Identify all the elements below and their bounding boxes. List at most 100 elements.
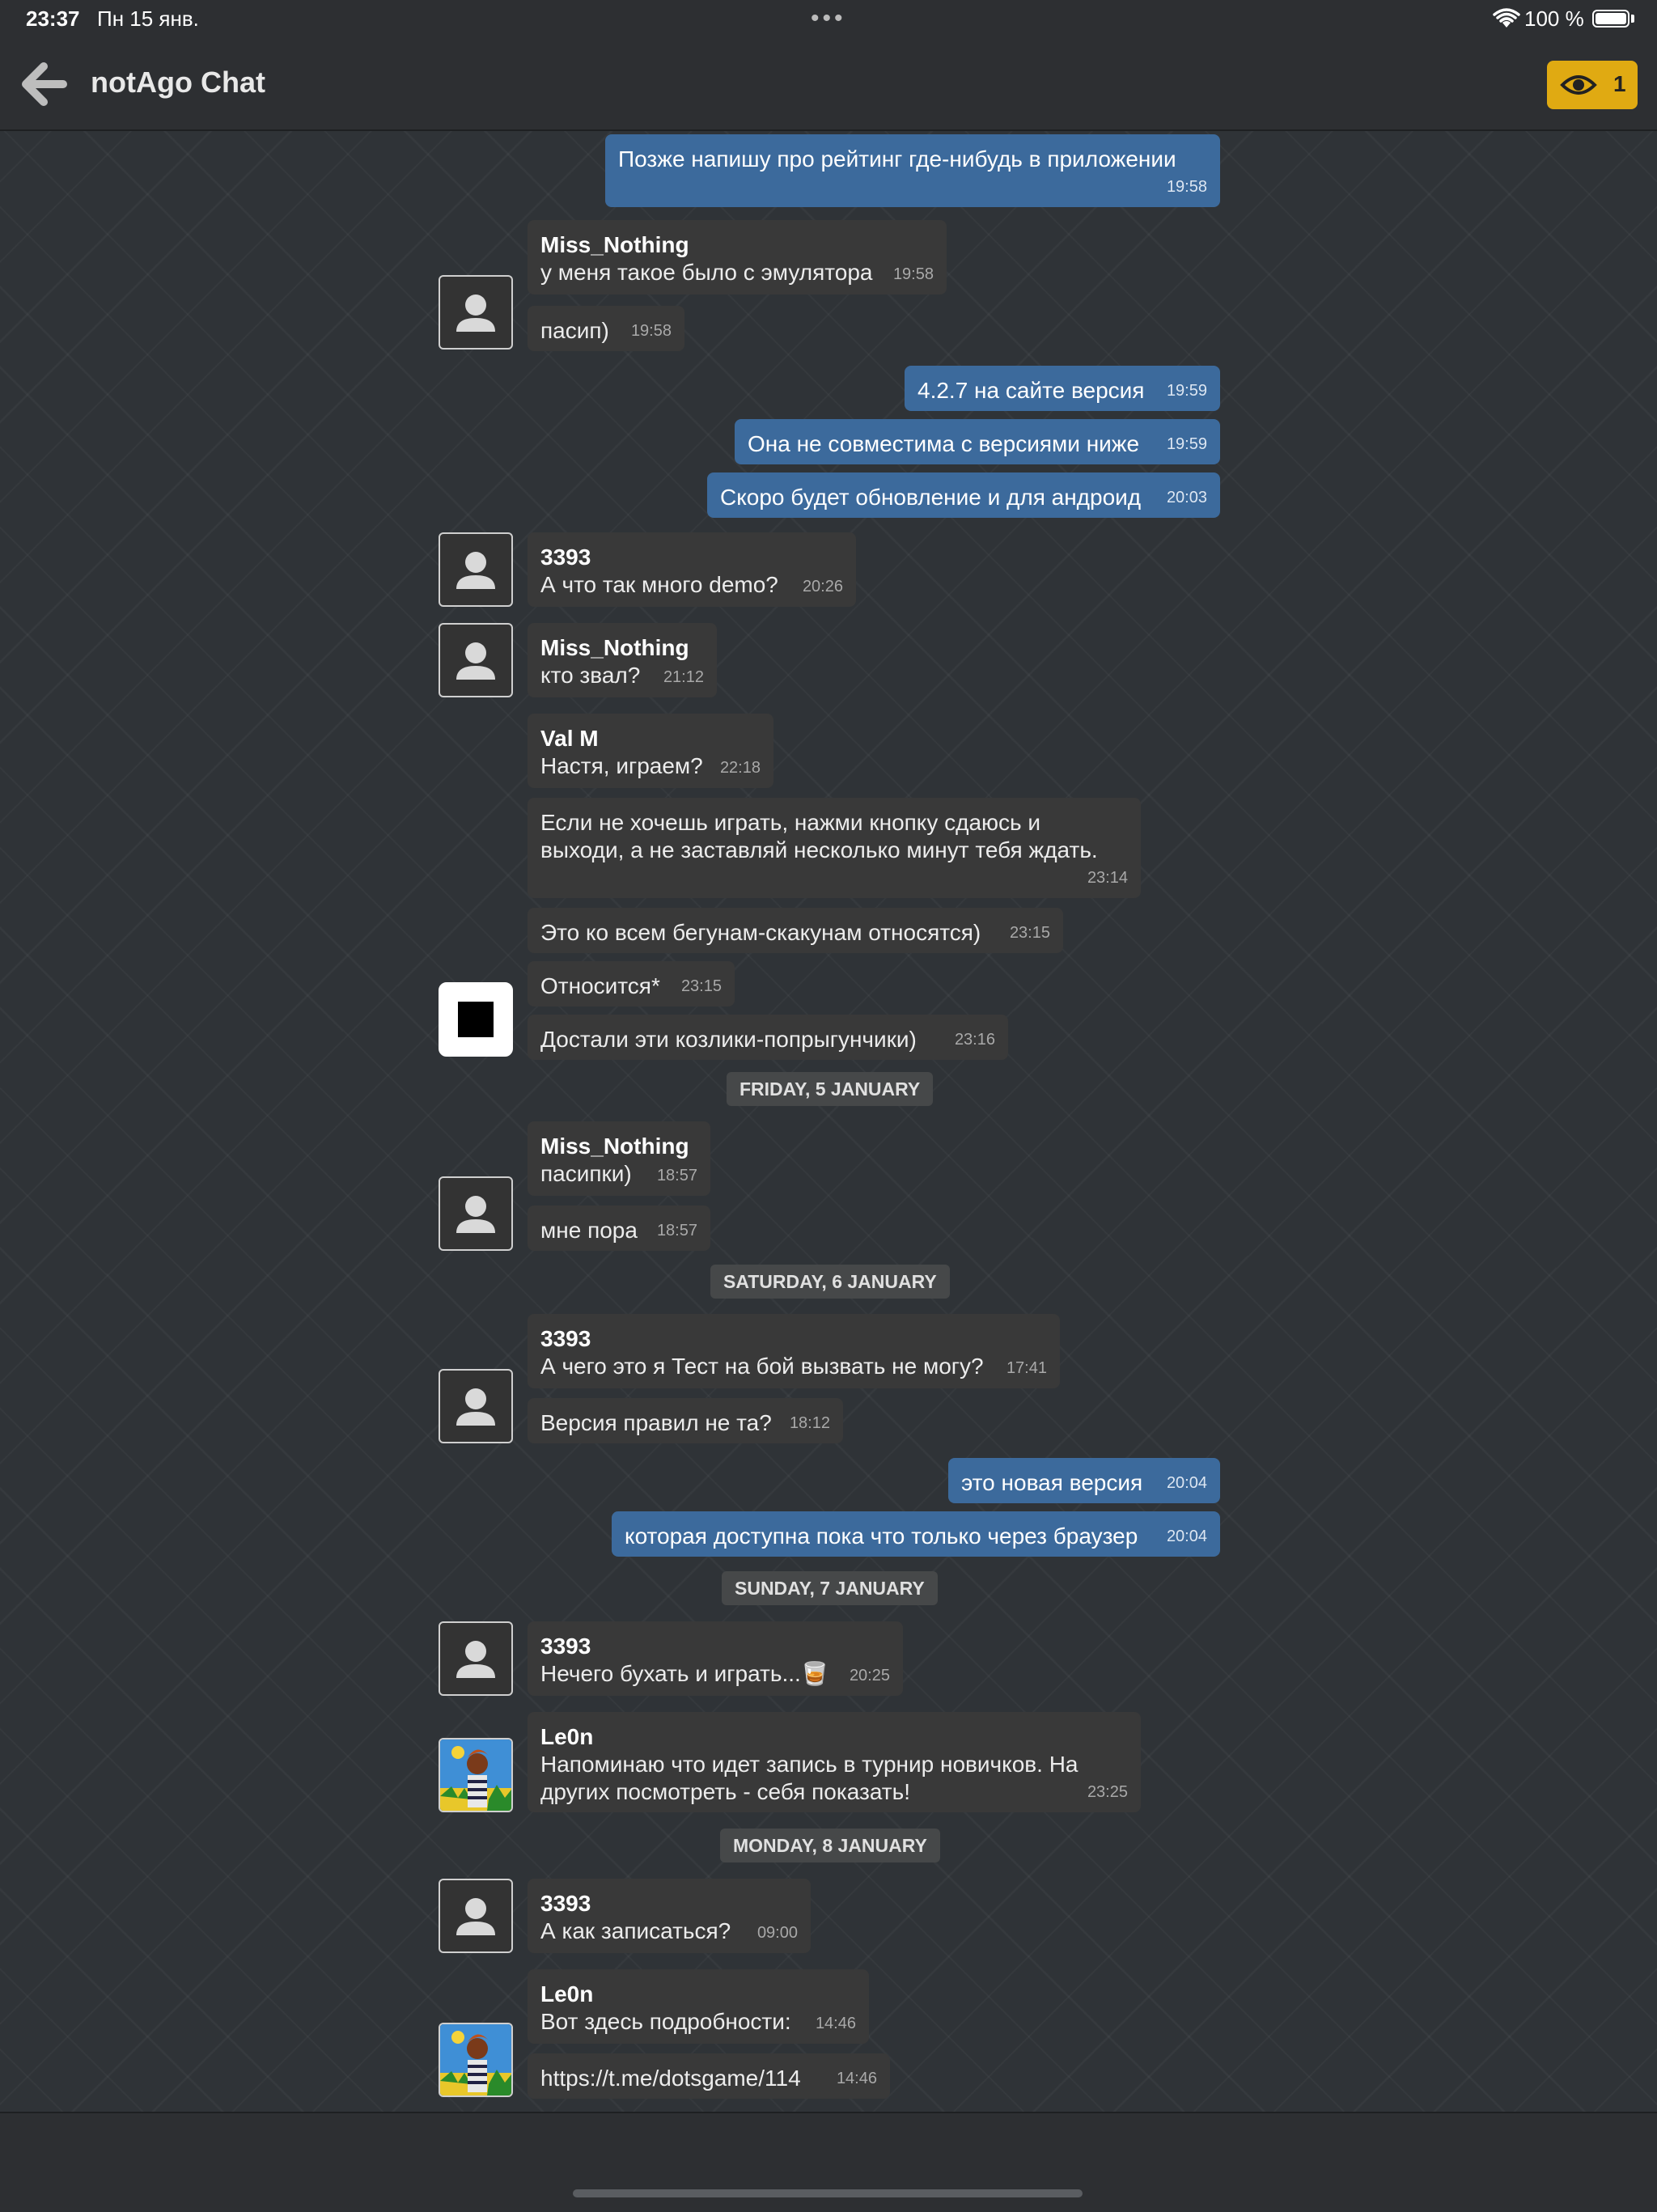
message-author: Miss_Nothing xyxy=(540,1134,689,1159)
message-outgoing[interactable]: Скоро будет обновление и для андроид 20:… xyxy=(707,472,1220,518)
message-incoming[interactable]: 3393 А что так много demo? 20:26 xyxy=(528,532,856,607)
message-incoming[interactable]: Miss_Nothing пасипки) 18:57 xyxy=(528,1121,710,1196)
avatar-black-square[interactable] xyxy=(439,982,513,1057)
wifi-icon xyxy=(1493,8,1520,28)
cartoon-character-icon xyxy=(440,1740,511,1811)
message-time: 21:12 xyxy=(663,668,704,686)
message-author: 3393 xyxy=(540,545,591,570)
message-outgoing[interactable]: которая доступна пока что только через б… xyxy=(612,1511,1220,1557)
status-date: Пн 15 янв. xyxy=(97,6,199,31)
message-incoming[interactable]: 3393 Нечего бухать и играть...🥃 20:25 xyxy=(528,1621,903,1696)
avatar-default[interactable] xyxy=(439,1176,513,1251)
message-incoming[interactable]: Le0n Вот здесь подробности: 14:46 xyxy=(528,1969,869,2044)
viewers-button[interactable]: 1 xyxy=(1547,61,1638,109)
avatar-default[interactable] xyxy=(439,1369,513,1443)
message-text: пасип) xyxy=(540,318,609,343)
message-time: 19:59 xyxy=(1166,435,1207,453)
avatar-default[interactable] xyxy=(439,1879,513,1953)
home-indicator[interactable] xyxy=(573,2189,1083,2197)
message-incoming[interactable]: Miss_Nothing у меня такое было с эмулято… xyxy=(528,220,947,295)
message-text: Нечего бухать и играть... xyxy=(540,1661,801,1686)
message-time: 22:18 xyxy=(719,759,761,777)
avatar-default[interactable] xyxy=(439,275,513,350)
message-outgoing[interactable]: Она не совместима с версиями ниже 19:59 xyxy=(735,419,1220,464)
message-link[interactable]: https://t.me/dotsgame/114 xyxy=(540,2066,801,2091)
message-text: которая доступна пока что только через б… xyxy=(625,1523,1138,1549)
message-author: 3393 xyxy=(540,1891,591,1916)
user-silhouette-icon xyxy=(456,1641,495,1678)
message-text: Вот здесь подробности: xyxy=(540,2009,791,2034)
date-separator: FRIDAY, 5 JANUARY xyxy=(727,1072,934,1106)
user-silhouette-icon xyxy=(456,552,495,589)
viewers-count: 1 xyxy=(1613,71,1626,96)
avatar-default[interactable] xyxy=(439,532,513,607)
user-silhouette-icon xyxy=(456,1196,495,1233)
message-incoming[interactable]: Версия правил не та? 18:12 xyxy=(528,1398,843,1443)
page-title: notAgo Chat xyxy=(91,66,265,99)
user-silhouette-icon xyxy=(456,642,495,680)
multitasking-dots-icon[interactable]: ••• xyxy=(811,6,846,31)
back-arrow-icon[interactable] xyxy=(19,61,68,107)
message-incoming[interactable]: 3393 А как записаться? 09:00 xyxy=(528,1879,811,1953)
avatar-default[interactable] xyxy=(439,1621,513,1696)
battery-icon xyxy=(1592,10,1629,28)
message-text: пасипки) xyxy=(540,1161,632,1186)
message-time: 17:41 xyxy=(1006,1359,1047,1377)
message-time: 14:46 xyxy=(815,2015,856,2032)
message-text: Скоро будет обновление и для андроид xyxy=(720,485,1142,510)
message-time: 09:00 xyxy=(756,1924,798,1942)
nav-bar: notAgo Chat 1 xyxy=(0,39,1657,131)
message-time: 14:46 xyxy=(836,2070,877,2087)
date-separator: SATURDAY, 6 JANUARY xyxy=(710,1265,950,1299)
message-text: 4.2.7 на сайте версия xyxy=(917,378,1145,403)
message-incoming[interactable]: пасип) 19:58 xyxy=(528,306,684,351)
message-author: 3393 xyxy=(540,1326,591,1351)
message-incoming[interactable]: Если не хочешь играть, нажми кнопку сдаю… xyxy=(528,798,1141,898)
message-time: 18:57 xyxy=(656,1167,697,1184)
message-text: у меня такое было с эмулятора xyxy=(540,260,873,285)
message-outgoing[interactable]: Позже напишу про рейтинг где-нибудь в пр… xyxy=(605,134,1220,207)
message-text: А как записаться? xyxy=(540,1918,731,1943)
avatar-le0n[interactable] xyxy=(439,1738,513,1812)
message-time: 18:12 xyxy=(789,1414,830,1432)
message-text: Версия правил не та? xyxy=(540,1410,772,1435)
message-incoming[interactable]: https://t.me/dotsgame/114 14:46 xyxy=(528,2053,890,2099)
message-time: 23:25 xyxy=(1087,1783,1128,1801)
eye-icon xyxy=(1560,75,1597,95)
message-time: 23:15 xyxy=(680,977,722,995)
avatar-le0n[interactable] xyxy=(439,2023,513,2097)
status-time: 23:37 xyxy=(26,6,80,31)
message-author: Miss_Nothing xyxy=(540,232,689,257)
message-text: Позже напишу про рейтинг где-нибудь в пр… xyxy=(618,146,1176,172)
message-incoming[interactable]: Относится* 23:15 xyxy=(528,961,735,1006)
message-outgoing[interactable]: это новая версия 20:04 xyxy=(948,1458,1220,1503)
battery-percent: 100 % xyxy=(1524,6,1584,31)
status-bar: 23:37 Пн 15 янв. ••• 100 % xyxy=(0,0,1657,39)
message-time: 23:16 xyxy=(954,1031,995,1049)
avatar-default[interactable] xyxy=(439,623,513,697)
message-incoming[interactable]: Это ко всем бегунам-скакунам относятся) … xyxy=(528,908,1063,953)
date-separator: MONDAY, 8 JANUARY xyxy=(720,1829,940,1862)
message-text: А что так много demo? xyxy=(540,572,778,597)
message-time: 19:58 xyxy=(630,322,672,340)
message-text: кто звал? xyxy=(540,663,641,688)
message-incoming[interactable]: Miss_Nothing кто звал? 21:12 xyxy=(528,623,717,697)
message-time: 19:58 xyxy=(892,265,934,283)
message-time: 20:04 xyxy=(1166,1474,1207,1492)
message-author: Miss_Nothing xyxy=(540,635,689,660)
message-author: Le0n xyxy=(540,1724,594,1749)
message-incoming[interactable]: Le0n Напоминаю что идет запись в турнир … xyxy=(528,1712,1141,1812)
message-author: Le0n xyxy=(540,1981,594,2006)
message-incoming[interactable]: 3393 А чего это я Тест на бой вызвать не… xyxy=(528,1314,1060,1388)
message-time: 18:57 xyxy=(656,1222,697,1239)
message-time: 19:58 xyxy=(1166,178,1207,196)
message-outgoing[interactable]: 4.2.7 на сайте версия 19:59 xyxy=(905,366,1220,411)
whisky-glass-icon: 🥃 xyxy=(800,1661,829,1686)
message-time: 19:59 xyxy=(1166,382,1207,400)
message-incoming[interactable]: мне пора 18:57 xyxy=(528,1206,710,1251)
message-incoming[interactable]: Достали эти козлики-попрыгунчики) 23:16 xyxy=(528,1015,1008,1060)
message-text: Достали эти козлики-попрыгунчики) xyxy=(540,1027,917,1052)
message-incoming[interactable]: Val M Настя, играем? 22:18 xyxy=(528,714,773,788)
message-text: мне пора xyxy=(540,1218,638,1243)
battery-tip xyxy=(1631,15,1634,23)
